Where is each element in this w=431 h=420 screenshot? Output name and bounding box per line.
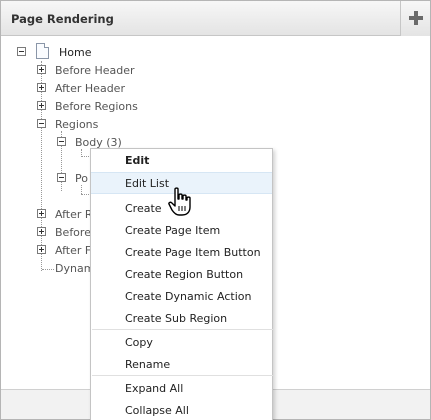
menu-item-create-sub-region[interactable]: Create Sub Region bbox=[91, 308, 272, 330]
collapse-toggle-home[interactable] bbox=[17, 47, 26, 56]
tree-connector bbox=[81, 185, 82, 194]
tree-node-after-header[interactable]: After Header bbox=[55, 82, 125, 95]
collapse-toggle-regions[interactable] bbox=[37, 119, 46, 128]
tree-node-regions[interactable]: Regions bbox=[55, 118, 98, 131]
expand-toggle-before-header[interactable] bbox=[37, 65, 46, 74]
tree-node-home[interactable]: Home bbox=[59, 46, 91, 59]
tree-node-after-r[interactable]: After R bbox=[55, 208, 93, 221]
menu-item-collapse-all[interactable]: Collapse All bbox=[91, 400, 272, 420]
tree-connector bbox=[81, 149, 82, 157]
expand-toggle-after-fo[interactable] bbox=[37, 245, 46, 254]
panel-header: Page Rendering bbox=[1, 1, 430, 36]
expand-toggle-before-regions[interactable] bbox=[37, 101, 46, 110]
menu-item-edit[interactable]: Edit bbox=[91, 150, 272, 172]
page-icon bbox=[36, 43, 49, 59]
add-button[interactable] bbox=[400, 1, 430, 36]
tree-node-before[interactable]: Before bbox=[55, 226, 91, 239]
menu-item-copy[interactable]: Copy bbox=[91, 332, 272, 354]
menu-item-create-region-button[interactable]: Create Region Button bbox=[91, 264, 272, 286]
expand-toggle-after-header[interactable] bbox=[37, 83, 46, 92]
menu-separator bbox=[92, 329, 273, 330]
panel-title: Page Rendering bbox=[11, 12, 114, 26]
menu-item-create-page-item[interactable]: Create Page Item bbox=[91, 220, 272, 242]
menu-separator bbox=[92, 375, 273, 376]
menu-item-create-page-item-button[interactable]: Create Page Item Button bbox=[91, 242, 272, 264]
tree-connector bbox=[42, 269, 54, 270]
menu-item-expand-all[interactable]: Expand All bbox=[91, 378, 272, 400]
tree-connector bbox=[41, 61, 42, 271]
menu-item-create-dynamic-action[interactable]: Create Dynamic Action bbox=[91, 286, 272, 308]
menu-item-rename[interactable]: Rename bbox=[91, 354, 272, 376]
tree-node-dynam[interactable]: Dynam bbox=[55, 262, 94, 275]
collapse-toggle-body[interactable] bbox=[57, 137, 66, 146]
tree-node-before-header[interactable]: Before Header bbox=[55, 64, 135, 77]
collapse-toggle-po[interactable] bbox=[57, 173, 66, 182]
tree-node-before-regions[interactable]: Before Regions bbox=[55, 100, 138, 113]
tree-node-po[interactable]: Po bbox=[75, 172, 88, 185]
expand-toggle-before[interactable] bbox=[37, 227, 46, 236]
expand-toggle-after-r[interactable] bbox=[37, 209, 46, 218]
hand-pointer-icon bbox=[168, 187, 191, 216]
